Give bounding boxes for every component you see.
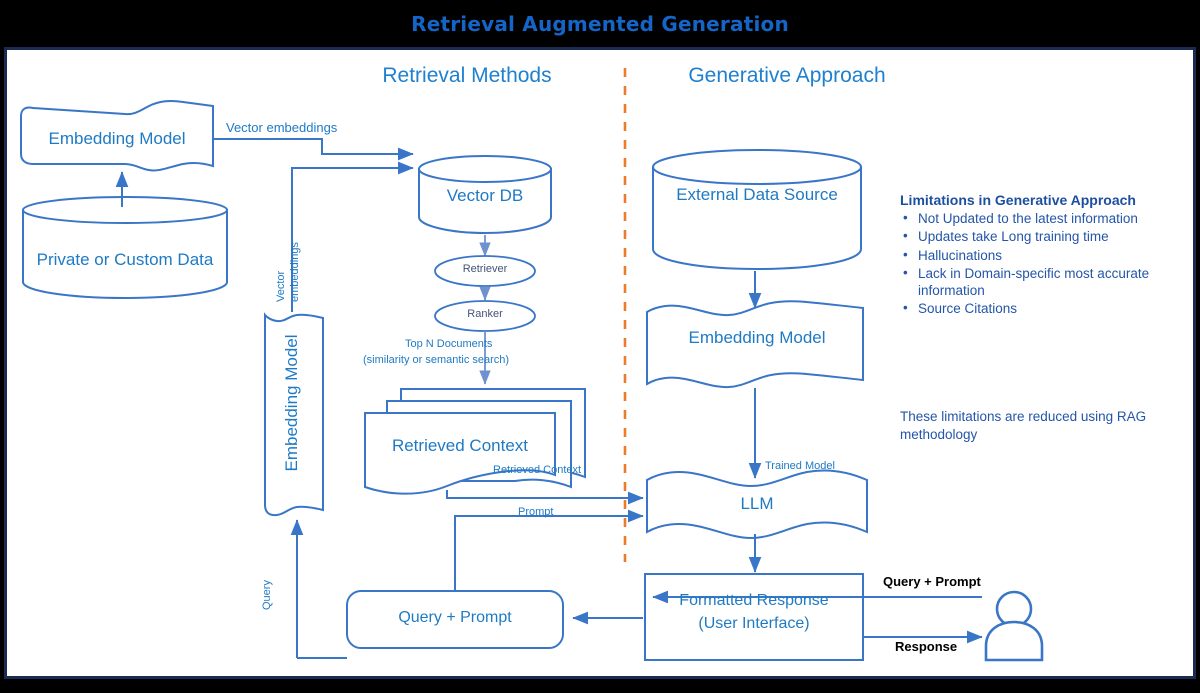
- edge-label-query: Query: [261, 580, 273, 610]
- page-title: Retrieval Augmented Generation: [411, 11, 789, 36]
- node-label-retriever: Retriever: [462, 263, 508, 275]
- edge-label-top-n-line2: (similarity or semantic search): [363, 354, 510, 366]
- edge-label-user-query-prompt: Query + Prompt: [883, 574, 981, 589]
- edge-label-vector-embeddings-line2: embeddings: [289, 242, 301, 302]
- limitations-block: Limitations in Generative Approach Not U…: [900, 192, 1185, 319]
- node-label-embedding-model-right: Embedding Model: [688, 328, 826, 347]
- node-label-embedding-model-vertical: Embedding Model: [282, 334, 301, 472]
- node-label-external-data-source: External Data Source: [676, 185, 838, 204]
- list-item: Not Updated to the latest information: [900, 209, 1185, 227]
- edge-label-trained-model: Trained Model: [765, 460, 835, 472]
- edge-label-retrieved-context-edge: Retrieved Context: [493, 464, 582, 476]
- edge-label-vector-embeddings-top: Vector embeddings: [226, 120, 338, 135]
- edge-label-top-n-line1: Top N Documents: [405, 338, 493, 350]
- node-label-llm: LLM: [740, 494, 774, 513]
- limitations-list: Not Updated to the latest information Up…: [900, 209, 1185, 318]
- limitations-heading: Limitations in Generative Approach: [900, 192, 1136, 208]
- list-item: Hallucinations: [900, 246, 1185, 264]
- edge-label-vector-embeddings-line1: Vector: [275, 270, 287, 302]
- shape-external-data-top: [652, 149, 862, 185]
- arrow-context-to-llm: [446, 490, 644, 505]
- node-label-private-data: Private or Custom Data: [36, 250, 214, 269]
- list-item: Source Citations: [900, 299, 1185, 317]
- diagram-root: Retrieval Augmented Generation Retrieval…: [0, 0, 1200, 693]
- edge-label-user-response: Response: [895, 639, 958, 654]
- node-label-formatted-response-line1: Formatted Response: [679, 592, 829, 609]
- edge-label-prompt: Prompt: [518, 506, 554, 518]
- node-label-ranker: Ranker: [467, 308, 503, 320]
- list-item: Lack in Domain-specific most accurate in…: [900, 264, 1185, 300]
- rag-note: These limitations are reduced using RAG …: [900, 409, 1147, 442]
- title-bar: Retrieval Augmented Generation: [0, 0, 1200, 47]
- list-item: Updates take Long training time: [900, 227, 1185, 245]
- person-icon-body: [984, 620, 1044, 662]
- node-label-vector-db: Vector DB: [446, 186, 524, 205]
- arrow-vertical-embedding-to-vectordb: [291, 161, 414, 312]
- shape-vector-db-top: [418, 155, 552, 183]
- node-label-formatted-response-line2: (User Interface): [698, 615, 810, 632]
- shape-private-data-top: [22, 196, 228, 224]
- node-label-retrieved-context: Retrieved Context: [391, 436, 529, 455]
- node-label-embedding-model-left: Embedding Model: [48, 129, 186, 148]
- arrow-embedding-to-vectordb: [214, 138, 414, 161]
- node-label-query-prompt: Query + Prompt: [398, 609, 512, 626]
- diagram-canvas: Retrieval Methods Generative Approach Em…: [4, 47, 1196, 679]
